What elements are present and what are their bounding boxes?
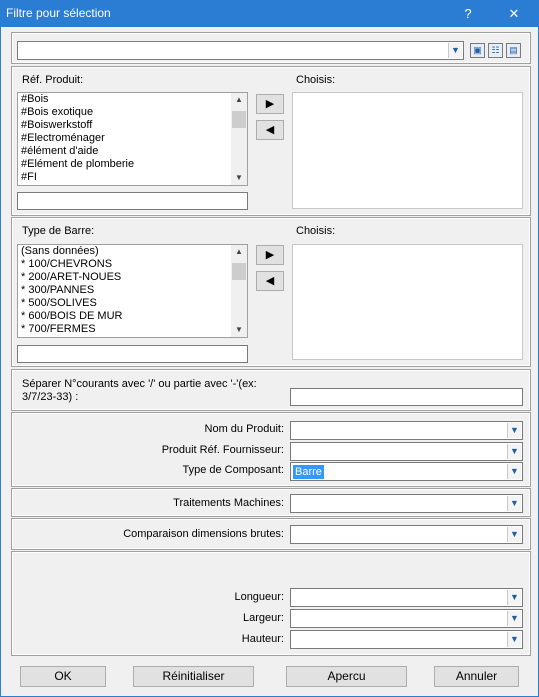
ref-produit-label: Réf. Produit: [22, 74, 84, 86]
list-item[interactable]: * 600/BOIS DE MUR [18, 310, 247, 323]
type-barre-choisis-label: Choisis: [296, 225, 336, 237]
longueur-combo[interactable]: ▼ [290, 588, 523, 607]
list-item[interactable]: * 500/SOLIVES [18, 297, 247, 310]
cancel-button[interactable]: Annuler [434, 666, 519, 687]
ref-produit-choisis-label: Choisis: [296, 74, 336, 86]
dropdown-arrow-icon[interactable]: ▼ [507, 496, 521, 511]
type-barre-list[interactable]: (Sans données) * 100/CHEVRONS * 200/ARET-N… [17, 244, 248, 338]
comparaison-dimensions-combo[interactable]: ▼ [290, 525, 523, 544]
nom-produit-label: Nom du Produit: [204, 423, 284, 435]
largeur-combo[interactable]: ▼ [290, 609, 523, 628]
dropdown-arrow-icon[interactable]: ▼ [448, 43, 462, 58]
scroll-up-icon[interactable]: ▲ [231, 245, 247, 259]
hauteur-combo[interactable]: ▼ [290, 630, 523, 649]
title-bar: Filtre pour sélection ? ✕ [0, 0, 539, 27]
list-item[interactable]: * 300/PANNES [18, 284, 247, 297]
ref-produit-add-button[interactable]: ▶ [256, 94, 284, 114]
produit-ref-fournisseur-combo[interactable]: ▼ [290, 442, 523, 461]
dropdown-arrow-icon[interactable]: ▼ [507, 423, 521, 438]
list-item[interactable]: #Bois exotique [18, 106, 247, 119]
filter-select[interactable]: ▼ [17, 41, 464, 60]
help-button[interactable]: ? [453, 0, 483, 27]
type-composant-combo[interactable]: Barre ▼ [290, 462, 523, 481]
type-barre-label: Type de Barre: [22, 225, 95, 237]
type-barre-add-button[interactable]: ▶ [256, 245, 284, 265]
dropdown-arrow-icon[interactable]: ▼ [507, 527, 521, 542]
close-button[interactable]: ✕ [499, 0, 529, 27]
ok-button[interactable]: OK [20, 666, 106, 687]
window-title: Filtre pour sélection [6, 6, 111, 20]
hauteur-label: Hauteur: [241, 633, 284, 645]
scroll-thumb[interactable] [232, 263, 246, 280]
list-item[interactable]: #Bois [18, 93, 247, 106]
ref-produit-scrollbar[interactable]: ▲ ▼ [231, 93, 247, 185]
list-item[interactable]: * 200/ARET-NOUES [18, 271, 247, 284]
scroll-down-icon[interactable]: ▼ [231, 171, 247, 185]
ref-produit-filter-input[interactable] [17, 192, 248, 210]
arrow-left-icon: ◀ [265, 275, 275, 287]
type-barre-scrollbar[interactable]: ▲ ▼ [231, 245, 247, 337]
type-barre-remove-button[interactable]: ◀ [256, 271, 284, 291]
list-item[interactable]: #Elément de plomberie [18, 158, 247, 171]
ref-produit-list[interactable]: #Bois #Bois exotique #Boiswerkstoff #Electr… [17, 92, 248, 186]
dropdown-arrow-icon[interactable]: ▼ [507, 590, 521, 605]
type-barre-filter-input[interactable] [17, 345, 248, 363]
dropdown-arrow-icon[interactable]: ▼ [507, 444, 521, 459]
arrow-right-icon: ▶ [265, 98, 275, 110]
list-item[interactable]: * 100/CHEVRONS [18, 258, 247, 271]
longueur-label: Longueur: [234, 591, 284, 603]
save-icon[interactable]: ▣ [470, 43, 485, 58]
reset-button[interactable]: Réinitialiser [133, 666, 254, 687]
filter-settings-icon[interactable]: ▤ [506, 43, 521, 58]
type-composant-value: Barre [293, 465, 324, 479]
separator-label: Séparer N°courants avec '/' ou partie av… [22, 378, 257, 403]
tree-icon[interactable]: ☷ [488, 43, 503, 58]
scroll-thumb[interactable] [232, 111, 246, 128]
list-item[interactable]: #élément d'aide [18, 145, 247, 158]
dropdown-arrow-icon[interactable]: ▼ [507, 464, 521, 479]
arrow-right-icon: ▶ [265, 249, 275, 261]
separator-input[interactable] [290, 388, 523, 406]
type-barre-chosen-list[interactable] [292, 244, 523, 360]
preview-button[interactable]: Apercu [286, 666, 407, 687]
scroll-down-icon[interactable]: ▼ [231, 323, 247, 337]
traitements-machines-label: Traitements Machines: [173, 497, 284, 509]
traitements-machines-combo[interactable]: ▼ [290, 494, 523, 513]
ref-produit-chosen-list[interactable] [292, 92, 523, 209]
produit-ref-fournisseur-label: Produit Réf. Fournisseur: [161, 444, 284, 456]
dropdown-arrow-icon[interactable]: ▼ [507, 632, 521, 647]
scroll-up-icon[interactable]: ▲ [231, 93, 247, 107]
nom-produit-combo[interactable]: ▼ [290, 421, 523, 440]
ref-produit-items: #Bois #Bois exotique #Boiswerkstoff #Electr… [18, 93, 247, 184]
type-barre-items: (Sans données) * 100/CHEVRONS * 200/ARET-N… [18, 245, 247, 336]
list-item[interactable]: #Electroménager [18, 132, 247, 145]
largeur-label: Largeur: [243, 612, 284, 624]
arrow-left-icon: ◀ [265, 124, 275, 136]
list-item[interactable]: #FI [18, 171, 247, 184]
list-item[interactable]: (Sans données) [18, 245, 247, 258]
dropdown-arrow-icon[interactable]: ▼ [507, 611, 521, 626]
type-composant-label: Type de Composant: [182, 464, 284, 476]
comparaison-dimensions-label: Comparaison dimensions brutes: [123, 528, 284, 540]
list-item[interactable]: * 700/FERMES [18, 323, 247, 336]
ref-produit-remove-button[interactable]: ◀ [256, 120, 284, 140]
list-item[interactable]: #Boiswerkstoff [18, 119, 247, 132]
